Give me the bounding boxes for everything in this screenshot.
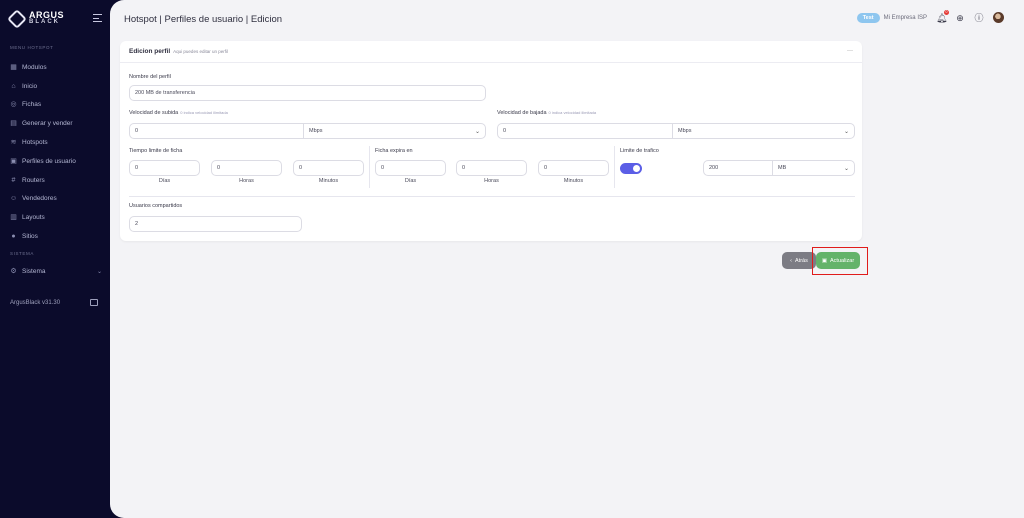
bell-icon[interactable]: 🔔︎ 0	[936, 9, 949, 23]
sidebar-item-label: Inicio	[22, 82, 38, 90]
sidebar-item-label: Sistema	[22, 267, 46, 275]
expire-minutes-unit: Minutos	[563, 178, 584, 184]
sidebar-item-label: Modulos	[22, 63, 47, 71]
router-icon: #	[11, 176, 16, 184]
traffic-unit-select[interactable]: MB ⌄	[772, 160, 855, 176]
sidebar-item-layouts[interactable]: ▥ Layouts	[10, 210, 102, 224]
expire-hours-unit: Horas	[484, 178, 499, 184]
expire-hours-input[interactable]	[456, 160, 527, 176]
divider	[614, 146, 615, 188]
highlight-box	[812, 247, 868, 275]
grid-icon: ▦	[10, 63, 17, 71]
chevron-down-icon: ⌄	[843, 165, 849, 172]
layout-icon: ▥	[10, 213, 17, 221]
logo-text-top: ARGUS	[29, 10, 65, 20]
time-limit-label: Tiempo limite de ficha	[129, 148, 183, 154]
home-icon: ⌂	[11, 82, 16, 90]
shared-users-input[interactable]	[129, 216, 302, 232]
sidebar-item-label: Hotspots	[22, 138, 48, 146]
sidebar-item-sistema[interactable]: ⚙ Sistema ⌄	[10, 264, 102, 278]
sidebar-item-label: Layouts	[22, 213, 45, 221]
sidebar-item-inicio[interactable]: ⌂ Inicio	[10, 79, 102, 93]
changelog-icon[interactable]	[90, 299, 98, 306]
avatar[interactable]	[993, 12, 1004, 23]
apps-icon: ▤	[10, 119, 17, 127]
download-speed-label: Velocidad de bajada 0 indica velocidad il…	[497, 110, 597, 116]
main-content: Hotspot | Perfiles de usuario | Edicion …	[110, 0, 1024, 518]
page-title: Hotspot | Perfiles de usuario | Edicion	[124, 14, 283, 25]
sidebar-item-label: Fichas	[22, 100, 42, 108]
chevron-down-icon: ⌄	[474, 128, 480, 135]
sidebar-item-label: Sitios	[22, 232, 38, 240]
wifi-icon: ≋	[10, 138, 17, 146]
sidebar-item-label: Routers	[22, 176, 45, 184]
notification-count: 0	[944, 9, 949, 15]
expire-label: Ficha expira en	[375, 148, 413, 154]
profile-name-input[interactable]	[129, 85, 486, 101]
time-limit-days-input[interactable]	[129, 160, 200, 176]
sidebar-item-perfiles-de-usuario[interactable]: ▣ Perfiles de usuario	[10, 154, 102, 168]
traffic-limit-toggle[interactable]	[620, 163, 642, 174]
back-button[interactable]: ‹ Atrás	[782, 252, 816, 269]
shared-users-label: Usuarios compartidos	[129, 203, 183, 209]
card-header: Edicion perfil Aqui puedes editar un per…	[120, 41, 862, 63]
time-limit-minutes-unit: Minutos	[318, 178, 339, 184]
sidebar-item-hotspots[interactable]: ≋ Hotspots	[10, 135, 102, 149]
expire-minutes-input[interactable]	[538, 160, 609, 176]
download-speed-input[interactable]	[497, 123, 673, 139]
users-icon: ☺	[10, 194, 18, 202]
sidebar-item-label: Generar y vender	[22, 119, 73, 127]
menu-toggle-icon[interactable]	[93, 14, 102, 22]
sidebar-item-sitios[interactable]: ● Sitios	[10, 229, 102, 243]
time-limit-hours-input[interactable]	[211, 160, 282, 176]
download-speed-hint: 0 indica velocidad ilimitada	[548, 110, 597, 115]
sidebar-item-label: Perfiles de usuario	[22, 157, 76, 165]
sidebar-item-generar-y-vender[interactable]: ▤ Generar y vender	[10, 116, 102, 130]
divider	[369, 146, 370, 188]
sidebar: ARGUS BLACK MENU HOTSPOT ▦ Modulos ⌂ Ini…	[0, 0, 110, 518]
chevron-down-icon: ⌄	[96, 268, 102, 275]
globe-icon[interactable]: ⊕	[955, 13, 965, 23]
divider	[129, 196, 855, 197]
sidebar-item-label: Vendedores	[22, 194, 57, 202]
sidebar-item-routers[interactable]: # Routers	[10, 173, 102, 187]
section-label-system: SISTEMA	[10, 251, 34, 256]
edit-profile-card: Edicion perfil Aqui puedes editar un per…	[120, 41, 862, 241]
expire-days-unit: Días	[404, 178, 417, 184]
upload-speed-input[interactable]	[129, 123, 304, 139]
card-subtitle: Aqui puedes editar un perfil	[173, 49, 228, 54]
chevron-left-icon: ‹	[790, 257, 792, 264]
upload-speed-hint: 0 indica velocidad ilimitada	[180, 110, 228, 115]
topbar-actions: Test Mi Empresa ISP 🔔︎ 0 ⊕ ⓘ	[856, 9, 1004, 23]
expire-days-input[interactable]	[375, 160, 446, 176]
chevron-down-icon: ⌄	[843, 128, 849, 135]
logo-icon	[7, 9, 27, 29]
section-label-hotspot: MENU HOTSPOT	[10, 45, 54, 50]
company-name[interactable]: Mi Empresa ISP	[884, 15, 927, 21]
logo[interactable]: ARGUS BLACK	[7, 9, 70, 29]
ticket-icon: ◎	[10, 100, 17, 108]
card-menu-icon[interactable]: ···	[847, 48, 853, 54]
upload-speed-label: Velocidad de subida 0 indica velocidad il…	[129, 110, 228, 116]
help-icon[interactable]: ⓘ	[974, 13, 984, 23]
profile-icon: ▣	[10, 157, 17, 165]
profile-name-label: Nombre del perfil	[129, 74, 171, 80]
time-limit-hours-unit: Horas	[239, 178, 254, 184]
sidebar-item-modulos[interactable]: ▦ Modulos	[10, 60, 102, 74]
sidebar-item-fichas[interactable]: ◎ Fichas	[10, 97, 102, 111]
upload-unit-select[interactable]: Mbps ⌄	[303, 123, 486, 139]
sidebar-item-vendedores[interactable]: ☺ Vendedores	[10, 191, 102, 205]
traffic-limit-label: Limite de trafico	[620, 148, 659, 154]
gear-icon: ⚙	[10, 267, 17, 275]
app-version: ArgusBlack v31.30	[10, 300, 61, 306]
time-limit-days-unit: Días	[158, 178, 171, 184]
environment-badge: Test	[856, 12, 880, 23]
time-limit-minutes-input[interactable]	[293, 160, 364, 176]
traffic-limit-input[interactable]	[703, 160, 773, 176]
location-icon: ●	[11, 232, 16, 240]
logo-text-bottom: BLACK	[29, 19, 60, 25]
card-title: Edicion perfil	[129, 48, 171, 55]
download-unit-select[interactable]: Mbps ⌄	[672, 123, 855, 139]
